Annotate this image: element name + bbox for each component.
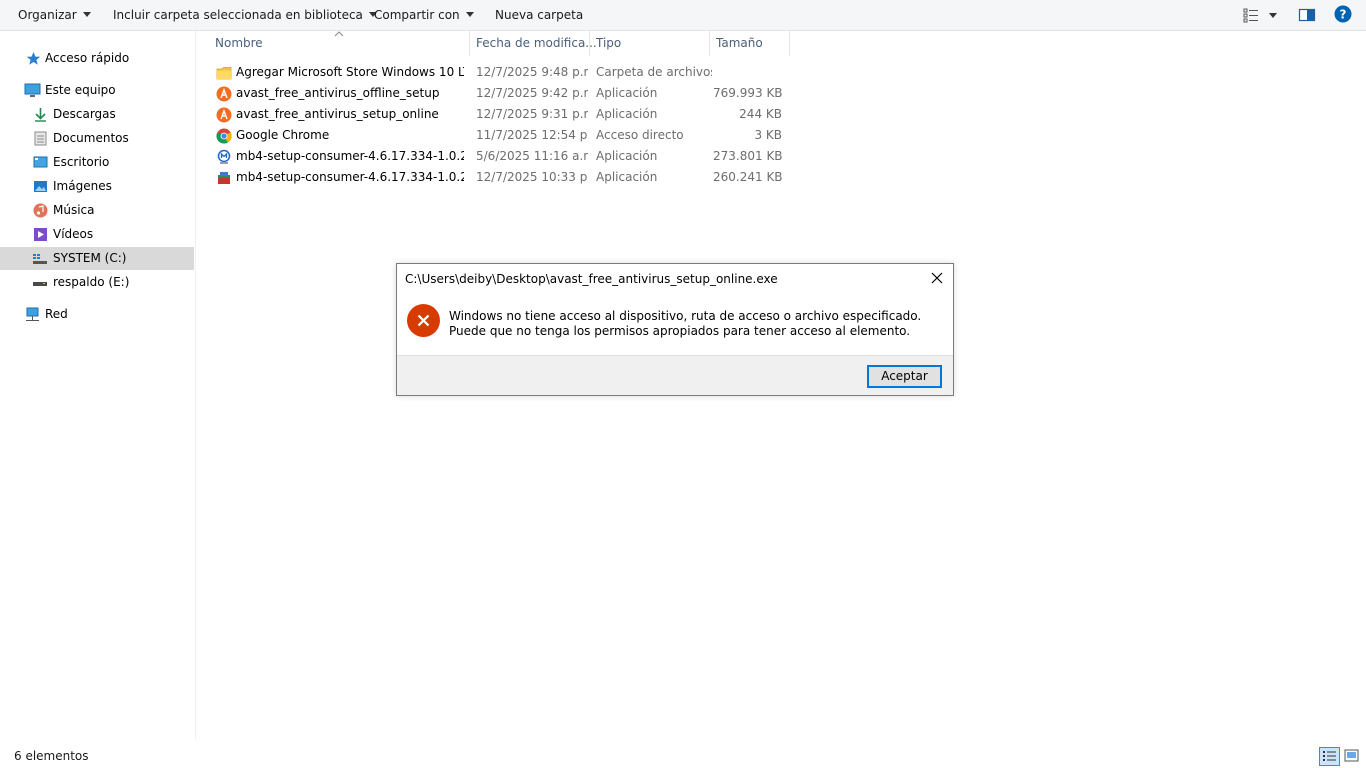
column-header-date[interactable]: Fecha de modifica... xyxy=(470,31,597,56)
include-in-library-button[interactable]: Incluir carpeta seleccionada en bibliote… xyxy=(113,0,377,30)
view-options-icon xyxy=(1243,8,1277,23)
file-row[interactable]: Google Chrome 11/7/2025 12:54 p.... Acce… xyxy=(208,125,790,146)
folder-icon xyxy=(216,67,232,80)
nav-item-music[interactable]: Música xyxy=(0,199,194,222)
help-icon: ? xyxy=(1334,5,1352,23)
nav-item-quick-access[interactable]: Acceso rápido xyxy=(0,47,194,70)
document-icon xyxy=(34,131,47,146)
avast-icon xyxy=(216,86,232,102)
installer-icon xyxy=(218,172,230,184)
column-header-size[interactable]: Tamaño xyxy=(710,31,790,56)
dialog-footer: Aceptar xyxy=(397,355,953,395)
video-icon xyxy=(34,228,47,241)
sort-ascending-icon xyxy=(334,31,344,37)
nav-item-downloads[interactable]: Descargas xyxy=(0,103,194,126)
preview-pane-button[interactable] xyxy=(1298,6,1316,24)
svg-text:?: ? xyxy=(1340,8,1347,22)
nav-item-network[interactable]: Red xyxy=(0,303,194,326)
organize-menu-button[interactable]: Organizar xyxy=(18,0,91,30)
system-drive-icon xyxy=(33,254,47,264)
nav-item-this-pc[interactable]: Este equipo xyxy=(0,79,194,102)
large-icons-view-button[interactable] xyxy=(1342,747,1363,766)
help-button[interactable]: ? xyxy=(1334,5,1352,23)
status-bar: 6 elementos xyxy=(0,744,1366,768)
file-row[interactable]: avast_free_antivirus_offline_setup 12/7/… xyxy=(208,83,790,104)
share-with-button[interactable]: Compartir con xyxy=(374,0,474,30)
change-view-button[interactable] xyxy=(1243,6,1281,24)
ok-button[interactable]: Aceptar xyxy=(867,365,942,388)
computer-icon xyxy=(24,83,41,97)
download-arrow-icon xyxy=(35,108,46,122)
file-row[interactable]: Agregar Microsoft Store Windows 10 LTSB … xyxy=(208,62,790,83)
chrome-icon xyxy=(216,128,232,144)
nav-item-videos[interactable]: Vídeos xyxy=(0,223,194,246)
error-dialog: C:\Users\deiby\Desktop\avast_free_antivi… xyxy=(396,263,954,396)
nav-item-pictures[interactable]: Imágenes xyxy=(0,175,194,198)
error-icon xyxy=(407,304,440,337)
details-view-icon xyxy=(1323,751,1336,761)
file-row[interactable]: mb4-setup-consumer-4.6.17.334-1.0.239...… xyxy=(208,167,790,188)
pictures-icon xyxy=(34,181,47,192)
large-icons-view-icon xyxy=(1344,749,1359,762)
drive-icon xyxy=(33,282,47,286)
navigation-pane: Acceso rápido Este equipo Descargas Docu… xyxy=(0,31,196,740)
nav-item-desktop[interactable]: Escritorio xyxy=(0,151,194,174)
chevron-down-icon xyxy=(82,12,91,17)
close-icon xyxy=(931,272,943,284)
file-row[interactable]: mb4-setup-consumer-4.6.17.334-1.0.239...… xyxy=(208,146,790,167)
music-icon xyxy=(33,203,48,218)
malwarebytes-icon xyxy=(217,149,231,164)
chevron-down-icon xyxy=(465,12,474,17)
new-folder-button[interactable]: Nueva carpeta xyxy=(495,0,583,30)
item-count: 6 elementos xyxy=(14,749,89,763)
nav-item-documents[interactable]: Documentos xyxy=(0,127,194,150)
column-header-type[interactable]: Tipo xyxy=(590,31,710,56)
dialog-close-button[interactable] xyxy=(930,271,944,285)
star-icon xyxy=(26,52,41,65)
file-row[interactable]: avast_free_antivirus_setup_online 12/7/2… xyxy=(208,104,790,125)
details-view-button[interactable] xyxy=(1319,747,1340,766)
command-bar: Organizar Incluir carpeta seleccionada e… xyxy=(0,0,1366,31)
network-icon xyxy=(26,307,39,321)
dialog-title: C:\Users\deiby\Desktop\avast_free_antivi… xyxy=(405,272,778,286)
nav-item-drive-c[interactable]: SYSTEM (C:) xyxy=(0,247,194,270)
dialog-message: Windows no tiene acceso al dispositivo, … xyxy=(449,309,922,338)
avast-icon xyxy=(216,107,232,123)
nav-item-drive-e[interactable]: respaldo (E:) xyxy=(0,271,194,294)
preview-pane-icon xyxy=(1298,8,1316,22)
desktop-icon xyxy=(33,156,48,168)
